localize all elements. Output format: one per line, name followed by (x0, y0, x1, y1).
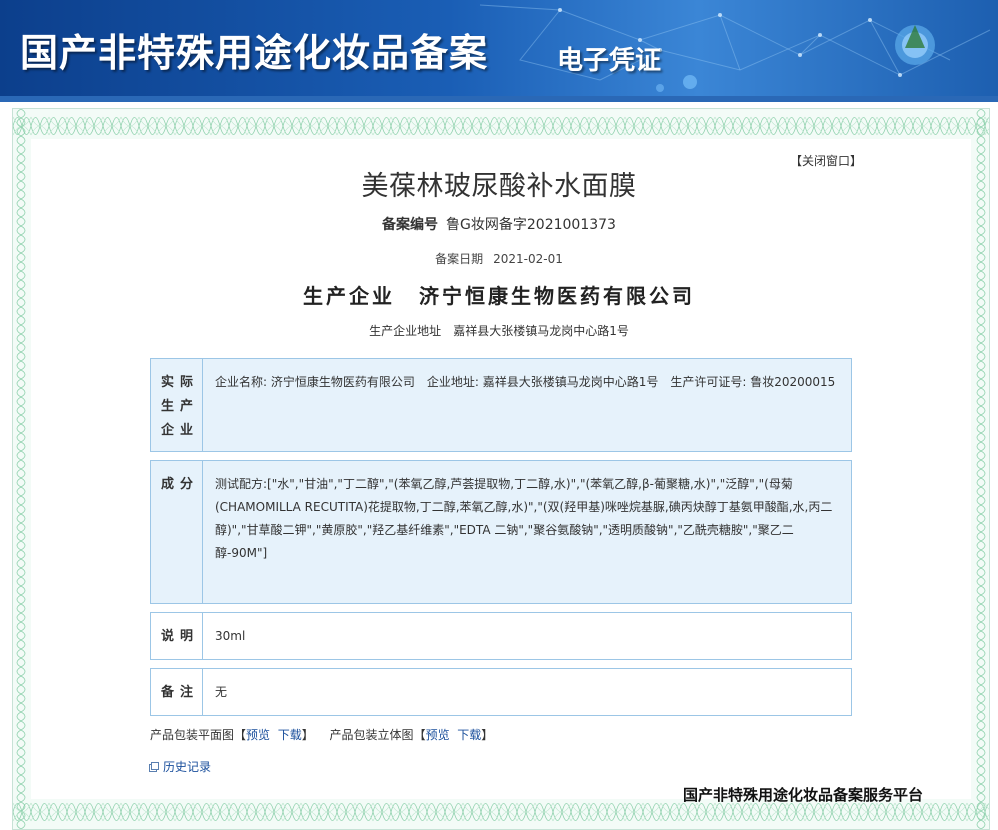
registration-number-row: 备案编号 鲁G妆网备字2021001373 (0, 214, 998, 234)
bracket-close: 】 (481, 728, 494, 742)
banner-subtitle: 电子凭证 (557, 46, 662, 76)
history-link[interactable]: 历史记录 (148, 758, 211, 775)
registration-number: 鲁G妆网备字2021001373 (446, 217, 616, 233)
history-icon (149, 761, 159, 772)
actual-producer-label: 实际生产企业 (151, 359, 203, 451)
producer-row: 生产企业 济宁恒康生物医药有限公司 (0, 280, 998, 309)
product-name: 美葆林玻尿酸补水面膜 (361, 171, 637, 202)
remark-section: 备注 无 (150, 668, 852, 716)
stereo-package-label: 产品包装立体图 (329, 728, 414, 742)
ingredients-section: 成分 测试配方:["水","甘油","丁二醇","(苯氧乙醇,芦荟提取物,丁二醇… (150, 460, 852, 604)
guilloche-border-top (13, 109, 989, 143)
registration-date: 2021-02-01 (493, 252, 563, 266)
producer-label: 生产企业 (303, 284, 395, 308)
header-banner: 国产非特殊用途化妆品备案 电子凭证 (0, 0, 998, 96)
platform-name: 国产非特殊用途化妆品备案服务平台 (683, 786, 924, 804)
banner-divider (0, 96, 998, 102)
bracket-open: 【 (413, 728, 426, 742)
registration-date-label: 备案日期 (435, 252, 484, 266)
flat-package-preview-link[interactable]: 预览 (246, 728, 270, 742)
actual-producer-section: 实际生产企业 企业名称: 济宁恒康生物医药有限公司 企业地址: 嘉祥县大张楼镇马… (150, 358, 852, 452)
packaging-links-row: 产品包装平面图【预览 下载】 产品包装立体图【预览 下载】 (150, 726, 493, 743)
history-label: 历史记录 (163, 760, 212, 774)
flat-package-download-link[interactable]: 下载 (278, 728, 302, 742)
description-value: 30ml (215, 629, 246, 643)
ingredients-label: 成分 (151, 461, 203, 603)
remark-value: 无 (215, 685, 228, 699)
actual-producer-value: 企业名称: 济宁恒康生物医药有限公司 企业地址: 嘉祥县大张楼镇马龙岗中心路1号… (215, 375, 836, 389)
producer-address: 嘉祥县大张楼镇马龙岗中心路1号 (453, 324, 629, 338)
remark-label: 备注 (151, 669, 203, 715)
banner-title: 国产非特殊用途化妆品备案 (20, 30, 489, 75)
description-label: 说明 (151, 613, 203, 659)
stereo-package-download-link[interactable]: 下载 (457, 728, 481, 742)
stereo-package-preview-link[interactable]: 预览 (426, 728, 450, 742)
bracket-open: 【 (234, 728, 247, 742)
producer-address-row: 生产企业地址 嘉祥县大张楼镇马龙岗中心路1号 (0, 322, 998, 339)
ingredients-value: 测试配方:["水","甘油","丁二醇","(苯氧乙醇,芦荟提取物,丁二醇,水)… (215, 477, 833, 560)
registration-date-row: 备案日期 2021-02-01 (0, 250, 998, 267)
bracket-close: 】 (301, 728, 314, 742)
producer-address-label: 生产企业地址 (369, 324, 442, 338)
registration-number-label: 备案编号 (382, 217, 439, 233)
producer-name: 济宁恒康生物医药有限公司 (419, 284, 695, 308)
flat-package-label: 产品包装平面图 (150, 728, 235, 742)
description-section: 说明 30ml (150, 612, 852, 660)
